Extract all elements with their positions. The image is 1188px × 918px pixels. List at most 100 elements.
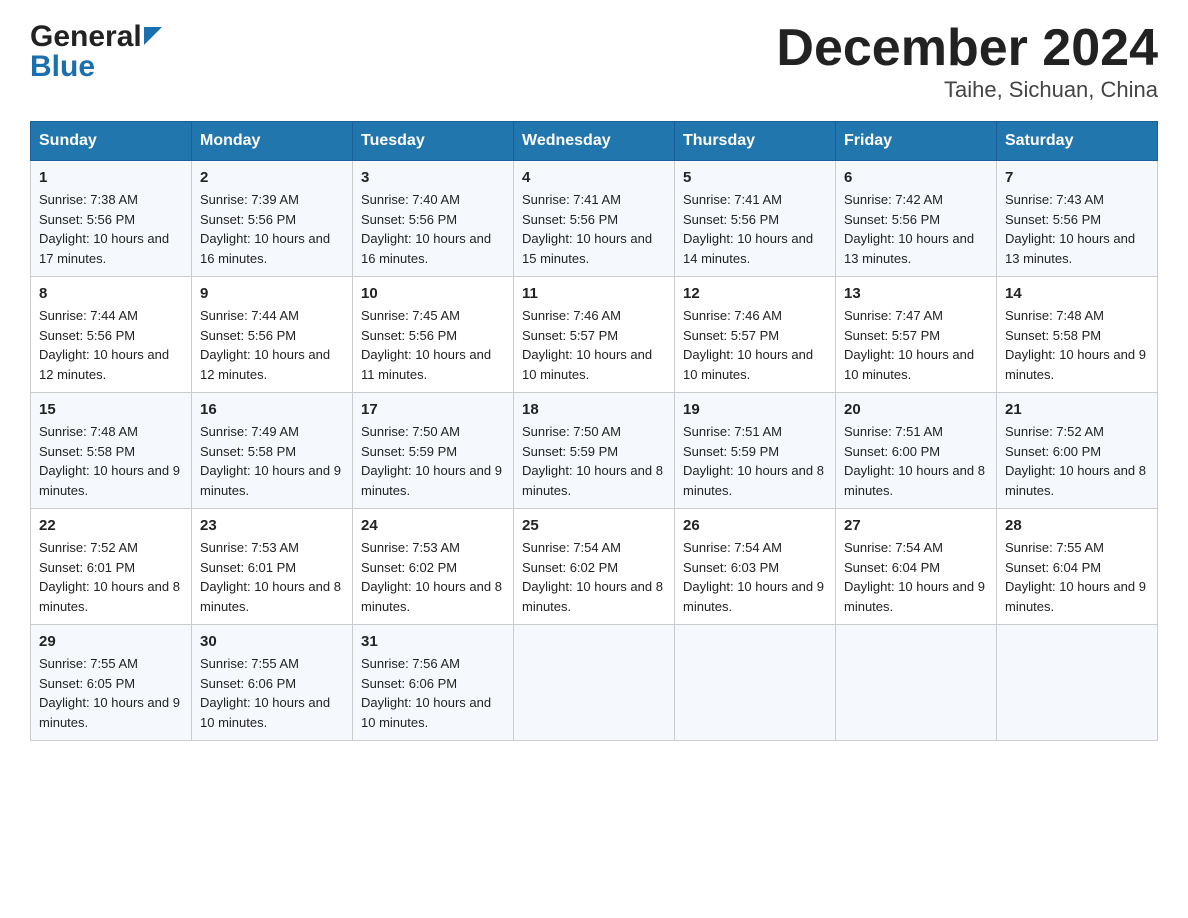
day-info: Sunrise: 7:52 AMSunset: 6:01 PMDaylight:… [39,538,183,616]
calendar-cell: 6 Sunrise: 7:42 AMSunset: 5:56 PMDaylight… [836,161,997,277]
header-tuesday: Tuesday [353,122,514,161]
title-block: December 2024 Taihe, Sichuan, China [776,20,1158,103]
day-info: Sunrise: 7:54 AMSunset: 6:04 PMDaylight:… [844,538,988,616]
day-info: Sunrise: 7:54 AMSunset: 6:02 PMDaylight:… [522,538,666,616]
day-number: 31 [361,633,505,650]
day-info: Sunrise: 7:46 AMSunset: 5:57 PMDaylight:… [683,306,827,384]
calendar-cell [997,625,1158,741]
day-number: 7 [1005,169,1149,186]
day-number: 1 [39,169,183,186]
calendar-cell: 4 Sunrise: 7:41 AMSunset: 5:56 PMDaylight… [514,161,675,277]
day-info: Sunrise: 7:55 AMSunset: 6:04 PMDaylight:… [1005,538,1149,616]
calendar-table: SundayMondayTuesdayWednesdayThursdayFrid… [30,121,1158,741]
calendar-cell [836,625,997,741]
calendar-cell: 15 Sunrise: 7:48 AMSunset: 5:58 PMDayligh… [31,393,192,509]
calendar-cell: 2 Sunrise: 7:39 AMSunset: 5:56 PMDaylight… [192,161,353,277]
calendar-cell: 8 Sunrise: 7:44 AMSunset: 5:56 PMDaylight… [31,277,192,393]
day-number: 12 [683,285,827,302]
header-thursday: Thursday [675,122,836,161]
calendar-cell: 5 Sunrise: 7:41 AMSunset: 5:56 PMDaylight… [675,161,836,277]
page-subtitle: Taihe, Sichuan, China [776,77,1158,103]
day-number: 5 [683,169,827,186]
calendar-week-row: 8 Sunrise: 7:44 AMSunset: 5:56 PMDaylight… [31,277,1158,393]
header-saturday: Saturday [997,122,1158,161]
day-number: 4 [522,169,666,186]
day-info: Sunrise: 7:38 AMSunset: 5:56 PMDaylight:… [39,190,183,268]
day-info: Sunrise: 7:47 AMSunset: 5:57 PMDaylight:… [844,306,988,384]
day-info: Sunrise: 7:41 AMSunset: 5:56 PMDaylight:… [522,190,666,268]
day-info: Sunrise: 7:45 AMSunset: 5:56 PMDaylight:… [361,306,505,384]
day-info: Sunrise: 7:48 AMSunset: 5:58 PMDaylight:… [39,422,183,500]
calendar-week-row: 15 Sunrise: 7:48 AMSunset: 5:58 PMDayligh… [31,393,1158,509]
day-number: 8 [39,285,183,302]
header-sunday: Sunday [31,122,192,161]
calendar-cell: 23 Sunrise: 7:53 AMSunset: 6:01 PMDayligh… [192,509,353,625]
day-info: Sunrise: 7:53 AMSunset: 6:02 PMDaylight:… [361,538,505,616]
calendar-cell: 27 Sunrise: 7:54 AMSunset: 6:04 PMDayligh… [836,509,997,625]
day-number: 30 [200,633,344,650]
day-number: 23 [200,517,344,534]
day-info: Sunrise: 7:48 AMSunset: 5:58 PMDaylight:… [1005,306,1149,384]
calendar-cell: 31 Sunrise: 7:56 AMSunset: 6:06 PMDayligh… [353,625,514,741]
day-info: Sunrise: 7:54 AMSunset: 6:03 PMDaylight:… [683,538,827,616]
day-number: 11 [522,285,666,302]
day-number: 14 [1005,285,1149,302]
logo: General Blue [30,20,162,84]
calendar-cell: 25 Sunrise: 7:54 AMSunset: 6:02 PMDayligh… [514,509,675,625]
calendar-week-row: 29 Sunrise: 7:55 AMSunset: 6:05 PMDayligh… [31,625,1158,741]
day-info: Sunrise: 7:41 AMSunset: 5:56 PMDaylight:… [683,190,827,268]
day-number: 6 [844,169,988,186]
logo-arrow-icon [144,27,162,50]
day-info: Sunrise: 7:53 AMSunset: 6:01 PMDaylight:… [200,538,344,616]
calendar-cell: 17Sunrise: 7:50 AMSunset: 5:59 PMDayligh… [353,393,514,509]
day-info: Sunrise: 7:39 AMSunset: 5:56 PMDaylight:… [200,190,344,268]
day-number: 17 [361,401,505,418]
day-info: Sunrise: 7:55 AMSunset: 6:06 PMDaylight:… [200,654,344,732]
calendar-cell [514,625,675,741]
calendar-cell: 14 Sunrise: 7:48 AMSunset: 5:58 PMDayligh… [997,277,1158,393]
day-info: Sunrise: 7:44 AMSunset: 5:56 PMDaylight:… [200,306,344,384]
calendar-cell: 30 Sunrise: 7:55 AMSunset: 6:06 PMDayligh… [192,625,353,741]
day-number: 26 [683,517,827,534]
calendar-cell: 3 Sunrise: 7:40 AMSunset: 5:56 PMDaylight… [353,161,514,277]
header-wednesday: Wednesday [514,122,675,161]
calendar-cell: 24 Sunrise: 7:53 AMSunset: 6:02 PMDayligh… [353,509,514,625]
day-number: 10 [361,285,505,302]
day-number: 25 [522,517,666,534]
page-header: General Blue December 2024 Taihe, Sichua… [30,20,1158,103]
calendar-cell: 18 Sunrise: 7:50 AMSunset: 5:59 PMDayligh… [514,393,675,509]
day-info: Sunrise: 7:56 AMSunset: 6:06 PMDaylight:… [361,654,505,732]
calendar-cell: 10 Sunrise: 7:45 AMSunset: 5:56 PMDayligh… [353,277,514,393]
calendar-cell: 21Sunrise: 7:52 AMSunset: 6:00 PMDayligh… [997,393,1158,509]
day-number: 18 [522,401,666,418]
calendar-cell: 13Sunrise: 7:47 AMSunset: 5:57 PMDayligh… [836,277,997,393]
calendar-cell: 20Sunrise: 7:51 AMSunset: 6:00 PMDayligh… [836,393,997,509]
calendar-cell: 19Sunrise: 7:51 AMSunset: 5:59 PMDayligh… [675,393,836,509]
day-number: 27 [844,517,988,534]
day-info: Sunrise: 7:51 AMSunset: 5:59 PMDaylight:… [683,422,827,500]
day-info: Sunrise: 7:44 AMSunset: 5:56 PMDaylight:… [39,306,183,384]
day-info: Sunrise: 7:51 AMSunset: 6:00 PMDaylight:… [844,422,988,500]
day-info: Sunrise: 7:43 AMSunset: 5:56 PMDaylight:… [1005,190,1149,268]
calendar-cell: 9Sunrise: 7:44 AMSunset: 5:56 PMDaylight… [192,277,353,393]
day-number: 2 [200,169,344,186]
day-number: 3 [361,169,505,186]
day-number: 29 [39,633,183,650]
header-monday: Monday [192,122,353,161]
calendar-cell: 28Sunrise: 7:55 AMSunset: 6:04 PMDayligh… [997,509,1158,625]
calendar-week-row: 22Sunrise: 7:52 AMSunset: 6:01 PMDayligh… [31,509,1158,625]
page-title: December 2024 [776,20,1158,77]
calendar-cell: 11 Sunrise: 7:46 AMSunset: 5:57 PMDayligh… [514,277,675,393]
day-info: Sunrise: 7:52 AMSunset: 6:00 PMDaylight:… [1005,422,1149,500]
calendar-cell: 1 Sunrise: 7:38 AMSunset: 5:56 PMDaylight… [31,161,192,277]
day-info: Sunrise: 7:42 AMSunset: 5:56 PMDaylight:… [844,190,988,268]
day-info: Sunrise: 7:40 AMSunset: 5:56 PMDaylight:… [361,190,505,268]
day-info: Sunrise: 7:50 AMSunset: 5:59 PMDaylight:… [522,422,666,500]
day-number: 24 [361,517,505,534]
day-number: 15 [39,401,183,418]
calendar-cell: 12 Sunrise: 7:46 AMSunset: 5:57 PMDayligh… [675,277,836,393]
day-number: 16 [200,401,344,418]
calendar-week-row: 1 Sunrise: 7:38 AMSunset: 5:56 PMDaylight… [31,161,1158,277]
day-info: Sunrise: 7:55 AMSunset: 6:05 PMDaylight:… [39,654,183,732]
day-info: Sunrise: 7:46 AMSunset: 5:57 PMDaylight:… [522,306,666,384]
